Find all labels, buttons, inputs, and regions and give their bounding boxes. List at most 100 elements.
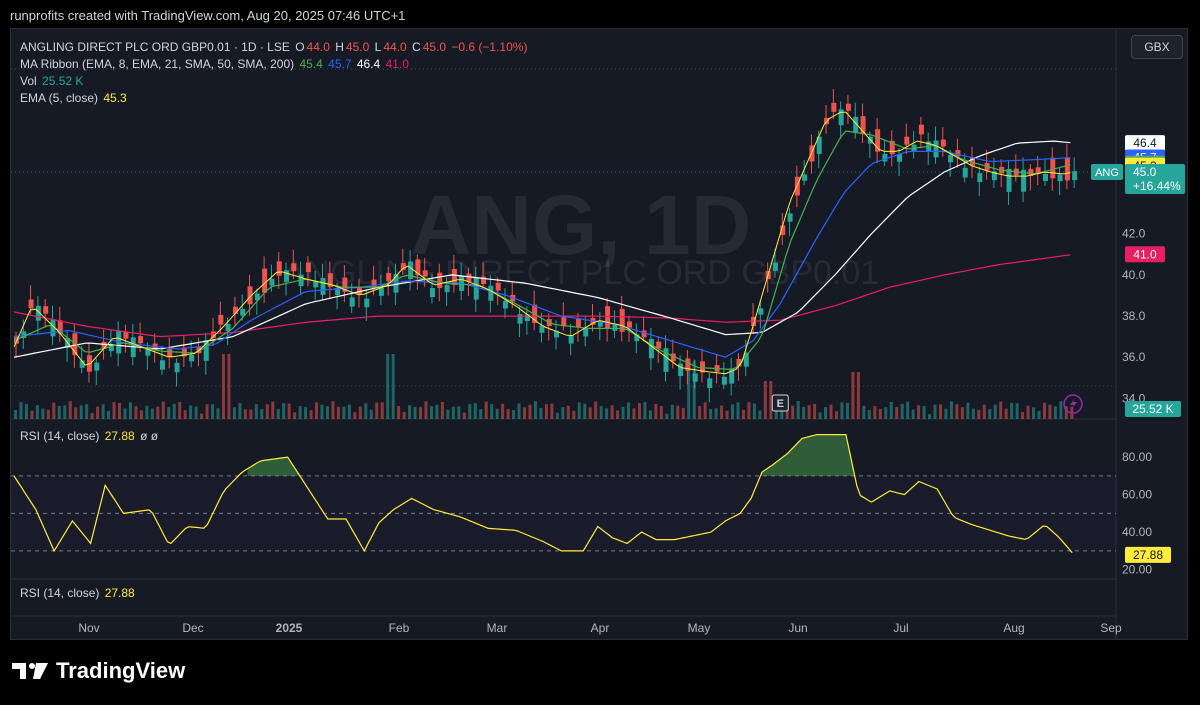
volume-bar [419,407,423,419]
candle-body [721,376,727,385]
volume-bar [457,406,461,419]
volume-bar [818,412,822,419]
volume-bar [424,401,428,419]
volume-legend[interactable]: Vol 25.52 K [20,73,85,89]
volume-bar [123,408,127,419]
symbol-legend[interactable]: ANGLING DIRECT PLC ORD GBP0.01 · 1D · LS… [20,39,529,55]
ema5-value: 45.3 [103,91,127,105]
volume-bar [211,404,215,419]
rsi2-value: 27.88 [104,586,135,600]
volume-bar [747,402,751,419]
volume-bar [977,409,981,419]
ma-ribbon-legend[interactable]: MA Ribbon (EMA, 8, EMA, 21, SMA, 50, SMA… [20,56,411,72]
candle-body [692,373,698,382]
rsi2-legend[interactable]: RSI (14, close) 27.88 [20,585,137,601]
volume-bar [1048,404,1052,419]
volume-bar [714,408,718,419]
candle-body [940,139,946,147]
candle-body [437,272,443,289]
volume-bar [763,381,767,419]
volume-bar [993,404,997,419]
volume-bar [533,401,537,419]
brand-name: TradingView [56,658,186,683]
volume-bar [293,412,297,419]
rsi-tick-label: 60.00 [1122,488,1152,502]
volume-bar [490,403,494,419]
volume-bar [736,402,740,419]
candle-body [1064,157,1070,181]
candle-body [1006,168,1012,192]
candle-body [845,103,851,111]
high-label: H [335,40,344,54]
close-value: 45.0 [422,40,447,54]
volume-bar [523,407,527,419]
volume-bar [298,406,302,419]
time-tick-label: Sep [1100,621,1122,635]
volume-bar [605,408,609,419]
price-tag-text: 46.4 [1133,136,1157,150]
volume-bar [221,354,225,419]
rsi-overbought-fill [247,457,306,476]
ma-ribbon-label: MA Ribbon (EMA, 8, EMA, 21, SMA, 50, SMA… [20,57,295,71]
volume-bar [982,404,986,419]
time-tick-label: Mar [487,621,508,635]
volume-bar [561,407,565,419]
time-tick-label: Nov [78,621,99,635]
chart-container[interactable]: ANG, 1D ANGLING DIRECT PLC ORD GBP0.01 34.… [10,28,1188,640]
ema8-value: 45.4 [299,57,323,71]
volume-bar [1032,407,1036,419]
volume-bar [232,407,236,419]
volume-bar [309,410,313,419]
volume-bar [46,409,50,419]
volume-bar [495,408,499,419]
volume-bar [402,411,406,419]
volume-bar [911,409,915,419]
volume-bar [550,403,554,419]
volume-bar [397,406,401,419]
currency-button[interactable]: GBX [1131,35,1183,59]
rsi-tag-text: 27.88 [1133,548,1163,562]
volume-bar [648,410,652,419]
candle-body [495,282,501,291]
volume-bar [709,409,713,419]
candle-body [123,331,129,339]
volume-bar [79,405,83,419]
volume-bar [479,409,483,419]
volume-value: 25.52 K [42,74,84,88]
volume-bar [178,401,182,419]
price-tick-label: 40.0 [1122,268,1146,282]
volume-bar [41,408,45,419]
candle-body [94,362,100,371]
tradingview-logo-icon [12,663,48,679]
candle-body [772,262,778,271]
candle-body [138,336,144,344]
rsi-legend[interactable]: RSI (14, close) 27.88 ø ø [20,428,160,444]
volume-bar [408,405,412,419]
volume-bar [758,410,762,419]
volume-bar [57,405,61,419]
volume-bar [101,404,105,419]
volume-bar [884,407,888,419]
volume-bar [900,403,904,419]
volume-bar [134,406,138,419]
rsi-extra: ø ø [140,429,159,443]
volume-bar [703,402,707,419]
volume-bar [117,402,121,419]
volume-bar [287,403,291,419]
volume-bar [325,406,329,419]
price-chart-svg[interactable]: ANG, 1DANGLING DIRECT PLC ORD GBP0.0134.… [11,29,1188,640]
volume-bar [670,404,674,419]
volume-bar [659,405,663,419]
volume-bar [315,402,319,419]
candle-body [444,284,450,293]
volume-bar [955,404,959,419]
candle-body [174,362,180,373]
candle-body [904,136,910,145]
rsi-tick-label: 20.00 [1122,563,1152,577]
volume-bar [512,409,516,419]
symbol-title[interactable]: ANGLING DIRECT PLC ORD GBP0.01 · 1D · LS… [20,40,290,54]
ema5-legend[interactable]: EMA (5, close) 45.3 [20,90,129,106]
volume-bar [391,354,395,419]
tradingview-logo[interactable]: TradingView [12,658,185,684]
open-label: O [295,40,305,54]
